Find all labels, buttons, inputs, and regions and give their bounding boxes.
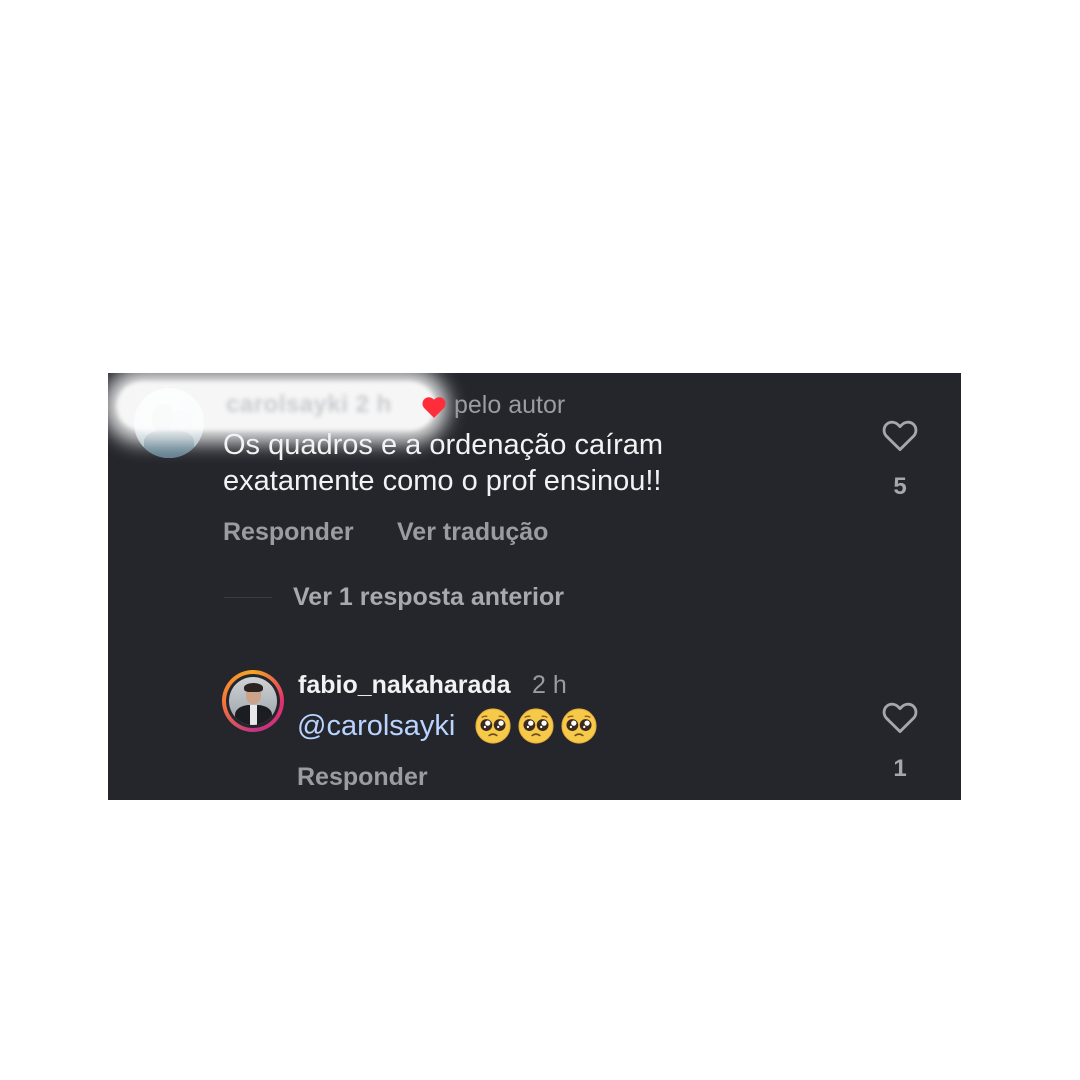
reply-timestamp: 2 h <box>532 671 567 699</box>
blurred-username[interactable]: carolsayki 2 h <box>226 391 392 419</box>
translate-button[interactable]: Ver tradução <box>397 518 548 547</box>
reply-username[interactable]: fabio_nakaharada <box>298 671 511 700</box>
pleading-face-icon <box>518 708 554 744</box>
comments-panel: carolsayki 2 h pelo autor Os quadros e a… <box>108 373 961 800</box>
emoji-group <box>474 707 598 745</box>
like-count-2: 1 <box>893 755 907 782</box>
mention-link[interactable]: @carolsayki <box>297 710 455 743</box>
like-count: 5 <box>893 473 907 500</box>
reply-button-2[interactable]: Responder <box>297 763 428 792</box>
pleading-face-icon <box>561 708 597 744</box>
pleading-face-icon <box>475 708 511 744</box>
like-heart-icon[interactable] <box>881 417 919 453</box>
reply-avatar[interactable] <box>222 670 284 732</box>
reply-button[interactable]: Responder <box>223 518 354 547</box>
comment-text: Os quadros e a ordenação caíram exatamen… <box>223 429 664 497</box>
like-heart-icon[interactable] <box>881 699 919 735</box>
liked-by-author-label: pelo autor <box>454 391 566 419</box>
liked-by-author-heart-icon <box>422 397 446 418</box>
view-previous-replies-button[interactable]: Ver 1 resposta anterior <box>293 583 564 612</box>
replies-divider <box>224 597 272 598</box>
